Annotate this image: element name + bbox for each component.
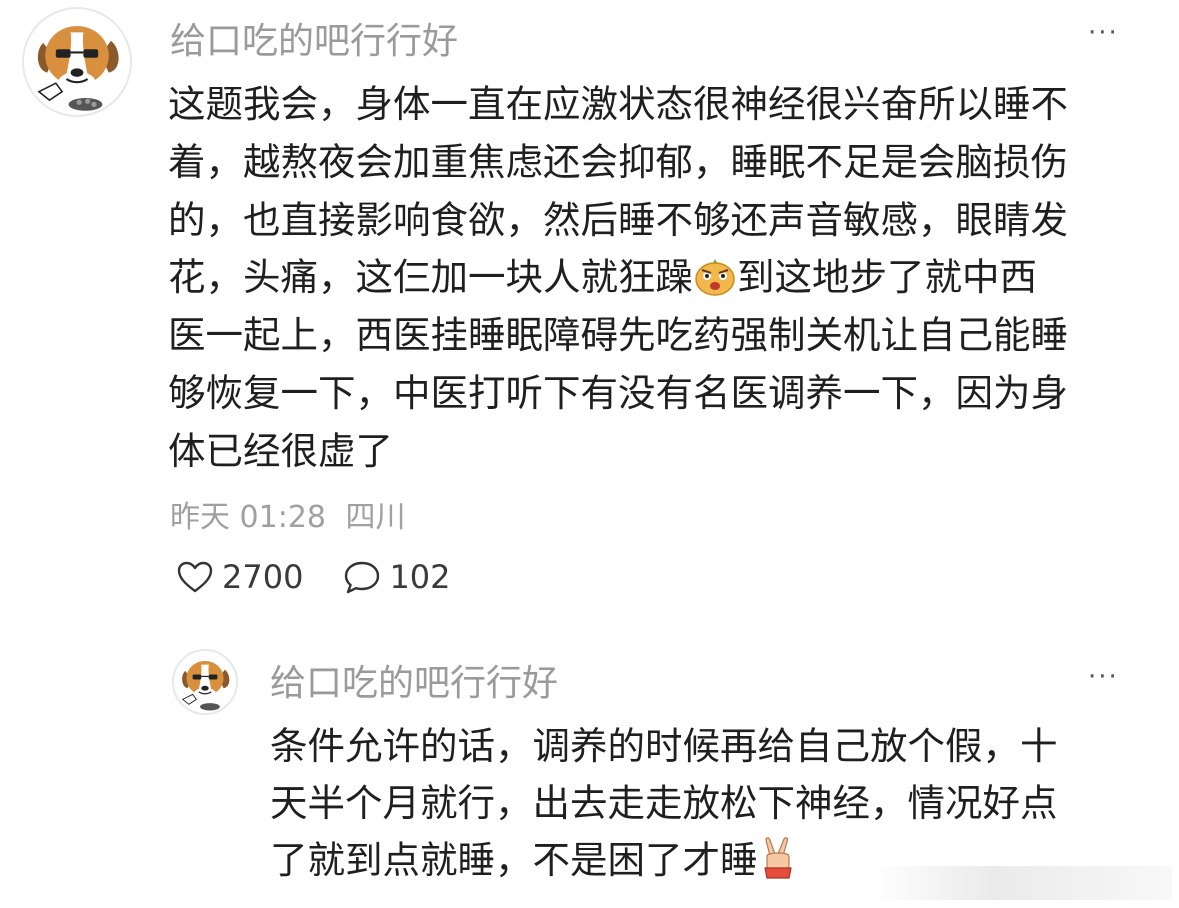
avatar[interactable] xyxy=(22,7,132,117)
reply-username[interactable]: 给口吃的吧行行好 xyxy=(270,654,558,706)
like-count: 2700 xyxy=(222,558,304,596)
comment-actions: 2700 102 xyxy=(176,558,451,596)
reply-line: 天半个月就行，出去走走放松下神经，情况好点 xyxy=(270,781,1058,825)
comment-line: 这题我会，身体一直在应激状态很神经很兴奋所以睡不 xyxy=(168,82,1068,126)
beagle-dog-avatar-icon xyxy=(37,25,119,111)
comment-line: 够恢复一下，中医打听下有没有名医调养一下，因为身 xyxy=(168,370,1068,415)
comment-line: 花，头痛，这仨加一块人就狂躁 到这地步了就中西 xyxy=(168,249,1068,307)
comment-body: 这题我会，身体一直在应激状态很神经很兴奋所以睡不 着，越熬夜会加重焦虑还会抑郁，… xyxy=(168,76,1068,481)
reply-line: 条件允许的话，调养的时候再给自己放个假，十 xyxy=(270,724,1058,768)
reply-count: 102 xyxy=(389,558,451,596)
reply-line-part: 了就到点就睡，不是困了才睡 xyxy=(270,838,758,882)
comment-line-part: 到这地步了就中西 xyxy=(737,255,1037,300)
reply-more-options-button[interactable]: ··· xyxy=(1088,664,1119,690)
location: 四川 xyxy=(345,500,406,535)
comment-line: 医一起上，西医挂睡眠障碍先吃药强制关机让自己能睡 xyxy=(168,313,1068,358)
mad-face-emoji-icon xyxy=(693,257,737,297)
comment-line-part: 花，头痛，这仨加一块人就狂躁 xyxy=(168,255,693,300)
watermark xyxy=(872,866,1172,900)
reply-button[interactable]: 102 xyxy=(343,558,451,596)
timestamp: 昨天 01:28 xyxy=(170,500,326,535)
reply-avatar[interactable] xyxy=(172,649,238,715)
victory-hand-emoji-icon xyxy=(758,836,798,880)
comment-line: 的，也直接影响食欲，然后睡不够还声音敏感，眼睛发 xyxy=(168,197,1068,242)
comment-meta: 昨天 01:28 四川 xyxy=(170,492,406,536)
speech-bubble-icon xyxy=(343,559,381,595)
comment-username[interactable]: 给口吃的吧行行好 xyxy=(170,12,458,64)
beagle-dog-avatar-icon xyxy=(181,660,230,711)
heart-outline-icon xyxy=(176,560,214,594)
comment-line: 着，越熬夜会加重焦虑还会抑郁，睡眠不足是会脑损伤 xyxy=(168,139,1068,184)
like-button[interactable]: 2700 xyxy=(176,558,303,596)
more-options-button[interactable]: ··· xyxy=(1088,20,1119,46)
reply-body: 条件允许的话，调养的时候再给自己放个假，十 天半个月就行，出去走走放松下神经，情… xyxy=(270,718,1058,889)
comment-line: 体已经很虚了 xyxy=(168,428,393,473)
